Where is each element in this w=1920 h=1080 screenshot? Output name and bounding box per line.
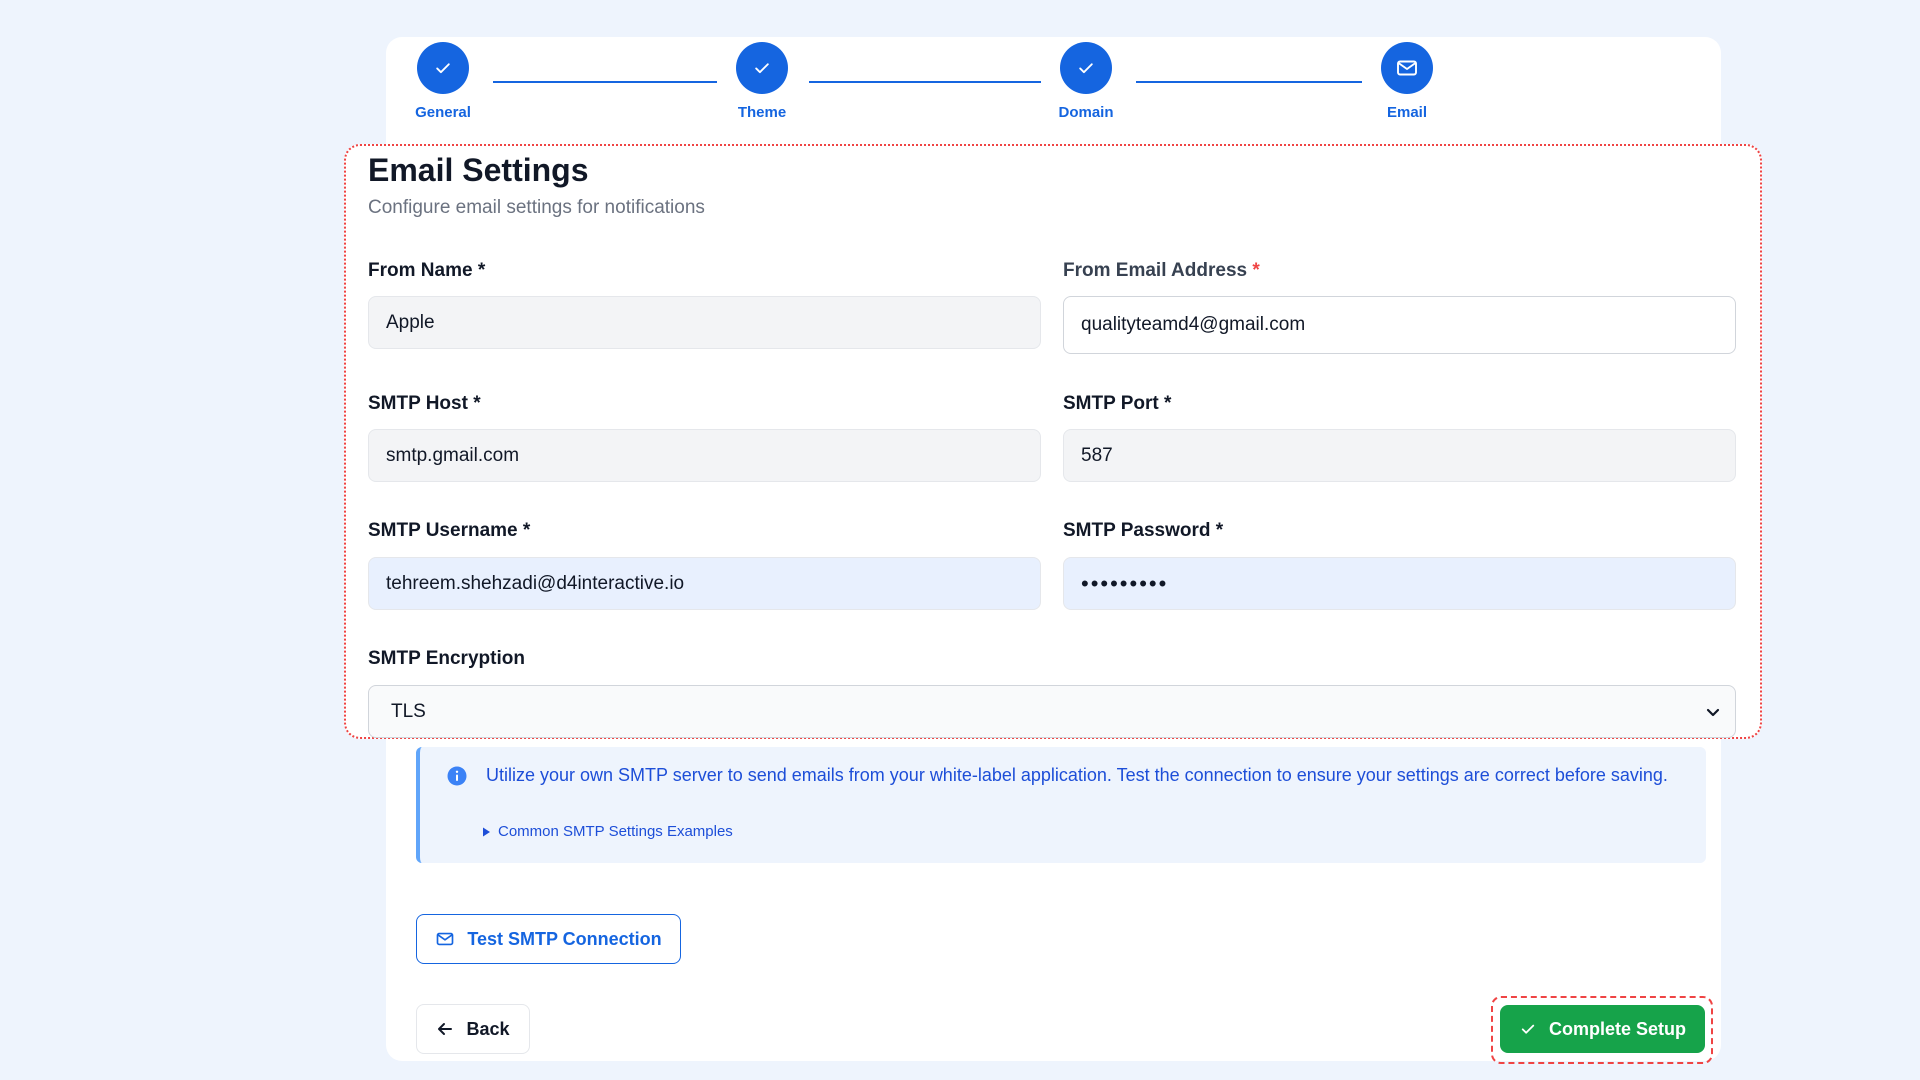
smtp-encryption-value: TLS — [391, 700, 426, 722]
step-general[interactable] — [417, 42, 469, 94]
complete-setup-button[interactable]: Complete Setup — [1500, 1005, 1705, 1053]
smtp-examples-label: Common SMTP Settings Examples — [498, 823, 733, 840]
check-icon — [1079, 63, 1093, 74]
chevron-down-icon — [1706, 708, 1720, 717]
arrow-left-icon — [438, 1023, 453, 1035]
smtp-port-input[interactable] — [1063, 429, 1736, 482]
step-label-general: General — [415, 104, 471, 121]
complete-setup-label: Complete Setup — [1548, 1018, 1686, 1039]
mail-icon — [436, 932, 454, 946]
step-label-theme: Theme — [737, 104, 787, 121]
page-title: Email Settings — [368, 152, 589, 188]
smtp-info-box: Utilize your own SMTP server to send ema… — [416, 747, 1706, 863]
test-smtp-label: Test SMTP Connection — [467, 928, 662, 949]
check-icon — [436, 63, 450, 74]
smtp-host-label: SMTP Host * — [368, 393, 481, 414]
check-icon — [1521, 1024, 1535, 1034]
step-connector-2 — [809, 81, 1041, 83]
smtp-info-text: Utilize your own SMTP server to send ema… — [486, 765, 1668, 785]
smtp-encryption-label: SMTP Encryption — [368, 648, 525, 669]
check-icon — [755, 63, 769, 74]
smtp-username-input[interactable] — [368, 557, 1041, 610]
caret-right-icon — [483, 827, 490, 836]
test-smtp-button[interactable]: Test SMTP Connection — [416, 914, 681, 964]
from-name-input[interactable] — [368, 296, 1041, 349]
info-icon — [447, 766, 467, 786]
step-label-domain: Domain — [1058, 104, 1114, 121]
smtp-host-input[interactable] — [368, 429, 1041, 482]
from-email-label: From Email Address * — [1063, 260, 1260, 281]
step-domain[interactable] — [1060, 42, 1112, 94]
smtp-password-label: SMTP Password * — [1063, 520, 1224, 541]
from-email-input[interactable] — [1063, 296, 1736, 354]
step-connector-3 — [1136, 81, 1362, 83]
smtp-examples-toggle[interactable]: Common SMTP Settings Examples — [482, 823, 733, 840]
back-label: Back — [466, 1018, 510, 1039]
step-theme[interactable] — [736, 42, 788, 94]
mail-icon — [1397, 60, 1417, 76]
smtp-password-input[interactable] — [1063, 557, 1736, 610]
page-subtitle: Configure email settings for notificatio… — [368, 197, 705, 218]
step-email[interactable] — [1381, 42, 1433, 94]
from-name-label: From Name * — [368, 260, 486, 281]
step-connector-1 — [493, 81, 717, 83]
smtp-username-label: SMTP Username * — [368, 520, 531, 541]
back-button[interactable]: Back — [416, 1004, 530, 1054]
step-label-email: Email — [1386, 104, 1428, 121]
smtp-encryption-select[interactable]: TLS — [368, 685, 1736, 738]
smtp-port-label: SMTP Port * — [1063, 393, 1172, 414]
